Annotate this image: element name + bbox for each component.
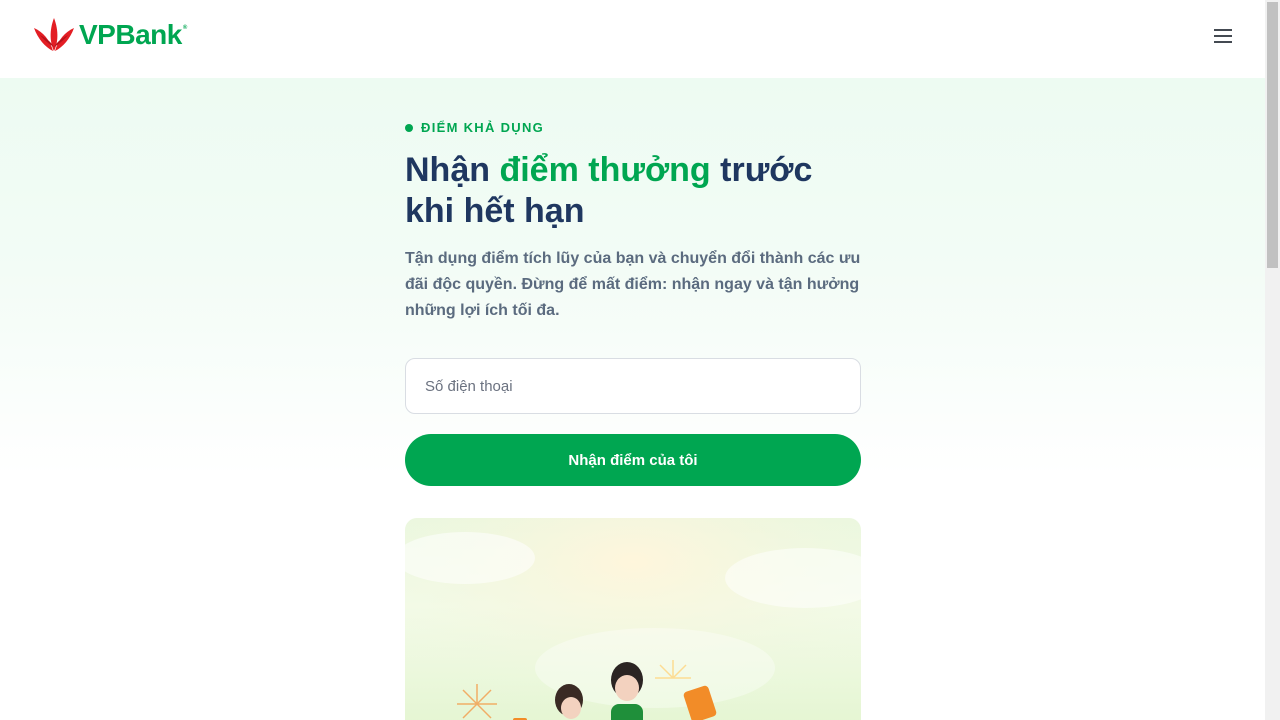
- title-highlight: điểm thưởng: [499, 151, 711, 189]
- page-title: Nhận điểm thưởng trước khi hết hạn: [405, 151, 813, 230]
- hamburger-menu-icon[interactable]: [1214, 29, 1234, 43]
- scrollbar-thumb[interactable]: [1267, 2, 1278, 268]
- phone-number-input[interactable]: [405, 358, 861, 414]
- promo-banner-image: [405, 518, 861, 720]
- page: VPBank ® ĐIỂM KHẢ DỤNG Nhận điểm thưởng t…: [0, 0, 1280, 720]
- banner-illustration: [405, 518, 861, 720]
- claim-points-button[interactable]: Nhận điểm của tôi: [405, 434, 861, 486]
- site-header: VPBank ®: [0, 0, 1265, 78]
- vpbank-flower-icon: [34, 18, 74, 51]
- eyebrow-label: ĐIỂM KHẢ DỤNG: [405, 120, 544, 135]
- logo-wordmark: VPBank ®: [79, 19, 187, 50]
- hero-description: Tận dụng điểm tích lũy của bạn và chuyển…: [405, 250, 861, 319]
- vpbank-logo[interactable]: VPBank ®: [33, 17, 187, 53]
- page-scrollbar[interactable]: [1265, 0, 1280, 720]
- status-dot-icon: [405, 123, 413, 132]
